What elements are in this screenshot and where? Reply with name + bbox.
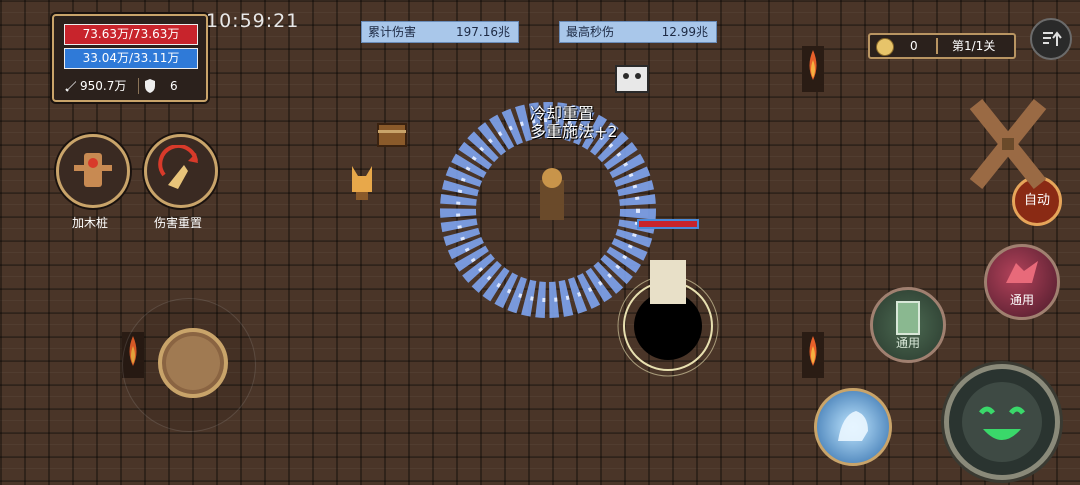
scroll-skill-label: 通用 [895, 336, 920, 350]
training-dummy-icon [74, 153, 112, 187]
peak-dps-box: 最高秒伤 12.99兆 [559, 21, 717, 43]
wall-torch [802, 46, 824, 92]
menu-arrow-icon [1043, 31, 1062, 46]
scroll-skill-button[interactable]: 通用 [870, 287, 946, 363]
total-damage-value: 197.16兆 [456, 25, 510, 39]
coin-icon [876, 38, 894, 56]
total-damage-box: 累计伤害 197.16兆 [361, 21, 519, 43]
stage-indicator: 第1/1关 [952, 39, 996, 53]
fox-npc-sprite [352, 166, 372, 200]
peak-dps-label: 最高秒伤 [566, 25, 615, 39]
defense-value: 6 [170, 79, 178, 93]
ghost-horse-skill-icon [838, 411, 868, 441]
training-dummy-target [650, 260, 686, 304]
total-damage-label: 累计伤害 [368, 25, 417, 39]
menu-button[interactable] [1030, 18, 1072, 60]
mp-bar: 33.04万/33.11万 [64, 48, 198, 69]
float-text-multicast: 多重施法+2 [530, 122, 618, 141]
wolf-skill-label: 通用 [1009, 293, 1034, 307]
combat-stats-row: 950.7万 6 [60, 76, 200, 96]
reset-damage-button[interactable] [144, 134, 218, 208]
wolf-skill-icon [1006, 261, 1038, 283]
wall-torch [802, 332, 824, 378]
ghost-horse-skill-button[interactable] [814, 388, 892, 466]
crossed-planks-decoration [969, 99, 1047, 189]
joystick-knob[interactable] [158, 328, 228, 398]
sword-icon [65, 81, 76, 92]
wolf-skill-button[interactable]: 通用 [984, 244, 1060, 320]
add-dummy-label: 加木桩 [71, 216, 108, 230]
ultimate-skill-button[interactable] [944, 364, 1060, 480]
gold-divider [936, 38, 938, 54]
lion-dance-npc-sprite [615, 65, 649, 93]
hp-bar: 73.63万/73.63万 [64, 24, 198, 45]
gold-count: 0 [910, 39, 918, 53]
gold-stage-box: 0 第1/1关 [868, 33, 1016, 59]
smile-face-ultimate-icon [962, 382, 1042, 462]
broom-reset-icon [158, 144, 198, 189]
peak-dps-value: 12.99兆 [661, 25, 708, 39]
enemy-health-bar [637, 219, 699, 229]
shield-icon [145, 79, 155, 93]
attack-value: 950.7万 [80, 79, 127, 93]
player-stats-panel: 73.63万/73.63万 33.04万/33.11万 950.7万 6 [52, 14, 208, 102]
add-dummy-button[interactable] [56, 134, 130, 208]
clock: 10:59:21 [206, 10, 300, 32]
stats-divider [138, 78, 139, 94]
treasure-chest-sprite [377, 123, 407, 147]
scroll-skill-icon [896, 301, 920, 335]
reset-damage-label: 伤害重置 [153, 216, 202, 230]
